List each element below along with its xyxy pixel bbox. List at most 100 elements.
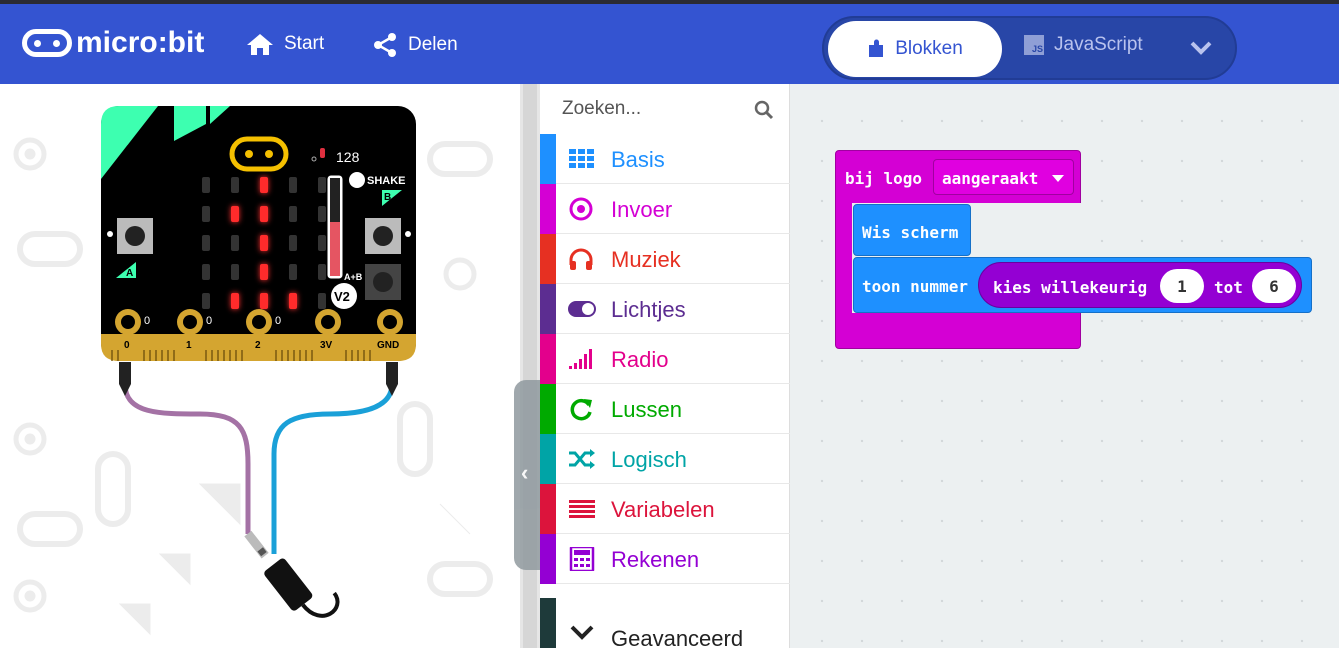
button-ab-label: A+B <box>344 272 363 282</box>
led-0-3 <box>289 177 297 193</box>
led-3-2 <box>260 264 268 280</box>
button-b-label: B <box>384 192 391 203</box>
start-label: Start <box>284 33 325 54</box>
javascript-label: JavaScript <box>1054 34 1143 55</box>
puzzle-icon <box>869 39 884 57</box>
category-lichtjes[interactable]: Lichtjes <box>540 284 790 334</box>
pin-label-3v: 3V <box>320 340 333 351</box>
category-basis[interactable]: Basis <box>540 134 790 184</box>
shuffle-icon <box>569 449 595 469</box>
home-icon <box>247 34 273 55</box>
led-4-4 <box>318 293 326 309</box>
list-icon <box>569 500 595 518</box>
clear-screen-label: Wis scherm <box>862 223 959 242</box>
led-1-1 <box>231 206 239 222</box>
category-label: Logisch <box>611 447 687 472</box>
led-1-0 <box>202 206 210 222</box>
pin1-value: 0 <box>206 315 212 327</box>
category-label: Rekenen <box>611 547 700 572</box>
blocks-editor-button[interactable]: Blokken <box>828 21 1002 77</box>
top-menu-bar: micro:bit Start Delen Blokken JS JavaScr… <box>0 0 1339 84</box>
category-radio[interactable]: Radio <box>540 334 790 384</box>
led-4-2 <box>260 293 268 309</box>
category-muziek[interactable]: Muziek <box>540 234 790 284</box>
toolbox-search[interactable]: Zoeken... <box>540 84 790 134</box>
clear-screen-block[interactable]: Wis scherm <box>853 204 971 256</box>
random-label: kies willekeurig <box>993 278 1148 297</box>
led-3-1 <box>231 264 239 280</box>
refresh-icon <box>570 398 592 421</box>
led-2-3 <box>289 235 297 251</box>
chevron-down-icon <box>570 625 594 640</box>
calculator-icon <box>569 547 595 571</box>
dropdown-arrow-icon <box>1052 175 1064 182</box>
blocks-label: Blokken <box>895 38 963 59</box>
led-1-3 <box>289 206 297 222</box>
category-label: Muziek <box>611 247 681 272</box>
led-1-4 <box>318 206 326 222</box>
led-3-4 <box>318 264 326 280</box>
microbit-logo-icon <box>22 29 72 57</box>
advanced-label: Geavanceerd <box>611 626 744 648</box>
led-2-4 <box>318 235 326 251</box>
shake-label: SHAKE <box>367 175 406 187</box>
led-0-2 <box>260 177 268 193</box>
start-button[interactable]: Start <box>246 32 324 56</box>
random-min-input[interactable]: 1 <box>1160 269 1204 303</box>
event-label: bij logo <box>845 169 923 188</box>
search-icon[interactable] <box>754 100 774 120</box>
pin-label-1: 1 <box>186 340 192 351</box>
share-icon <box>374 33 396 57</box>
share-button[interactable]: Delen <box>372 32 458 58</box>
category-rekenen[interactable]: Rekenen <box>540 534 790 584</box>
search-input[interactable]: Zoeken... <box>562 98 641 120</box>
microbit-logo[interactable]: micro:bit <box>22 26 204 60</box>
editor-toggle: Blokken JS JavaScript <box>822 16 1237 80</box>
led-4-1 <box>231 293 239 309</box>
share-label: Delen <box>408 34 458 55</box>
to-label: tot <box>1214 278 1243 297</box>
led-0-0 <box>202 177 210 193</box>
led-0-4 <box>318 177 326 193</box>
led-1-2 <box>260 206 268 222</box>
trigger-dropdown-label: aangeraakt <box>942 169 1039 188</box>
headphones-icon <box>569 248 593 270</box>
toolbox: Zoeken... Basis Invoer Muziek Lichtjes R… <box>540 84 790 648</box>
chevron-left-icon: ‹ <box>521 460 529 485</box>
show-number-label: toon nummer <box>862 277 968 296</box>
category-logisch[interactable]: Logisch <box>540 434 790 484</box>
category-invoer[interactable]: Invoer <box>540 184 790 234</box>
led-2-2 <box>260 235 268 251</box>
category-label: Variabelen <box>611 497 715 522</box>
blocks-workspace[interactable]: bij logo aangeraakt Wis scherm toon numm… <box>790 84 1339 648</box>
target-icon <box>569 197 593 221</box>
random-max-input[interactable]: 6 <box>1252 269 1296 303</box>
category-label: Radio <box>611 347 669 372</box>
random-max-value: 6 <box>1269 276 1279 296</box>
version-badge: V2 <box>334 289 350 304</box>
category-label: Lussen <box>611 397 682 422</box>
category-label: Invoer <box>611 197 673 222</box>
led-4-3 <box>289 293 297 309</box>
random-number-block[interactable]: kies willekeurig 1 tot 6 <box>978 262 1302 308</box>
chevron-down-icon[interactable] <box>1189 40 1213 56</box>
category-variabelen[interactable]: Variabelen <box>540 484 790 534</box>
led-2-1 <box>231 235 239 251</box>
category-lussen[interactable]: Lussen <box>540 384 790 434</box>
simulator-panel: 128 SHAKE A B A+B V2 0 0 0 0 1 2 3V GND <box>0 84 520 648</box>
javascript-icon: JS <box>1024 35 1044 55</box>
pin-label-2: 2 <box>255 340 261 351</box>
pin2-value: 0 <box>275 315 281 327</box>
pin0-value: 0 <box>144 315 150 327</box>
javascript-editor-button[interactable]: JS JavaScript <box>1024 34 1143 56</box>
category-advanced[interactable]: Geavanceerd <box>540 598 790 648</box>
led-4-0 <box>202 293 210 309</box>
trigger-dropdown[interactable]: aangeraakt <box>933 159 1074 195</box>
brand-label: micro:bit <box>76 26 205 59</box>
random-min-value: 1 <box>1177 276 1187 296</box>
category-label: Lichtjes <box>611 297 686 322</box>
sound-level-text: 128 <box>336 149 360 165</box>
pin-label-0: 0 <box>124 340 130 351</box>
grid-icon <box>569 149 594 168</box>
show-number-block[interactable]: toon nummer kies willekeurig 1 tot 6 <box>853 257 1312 313</box>
